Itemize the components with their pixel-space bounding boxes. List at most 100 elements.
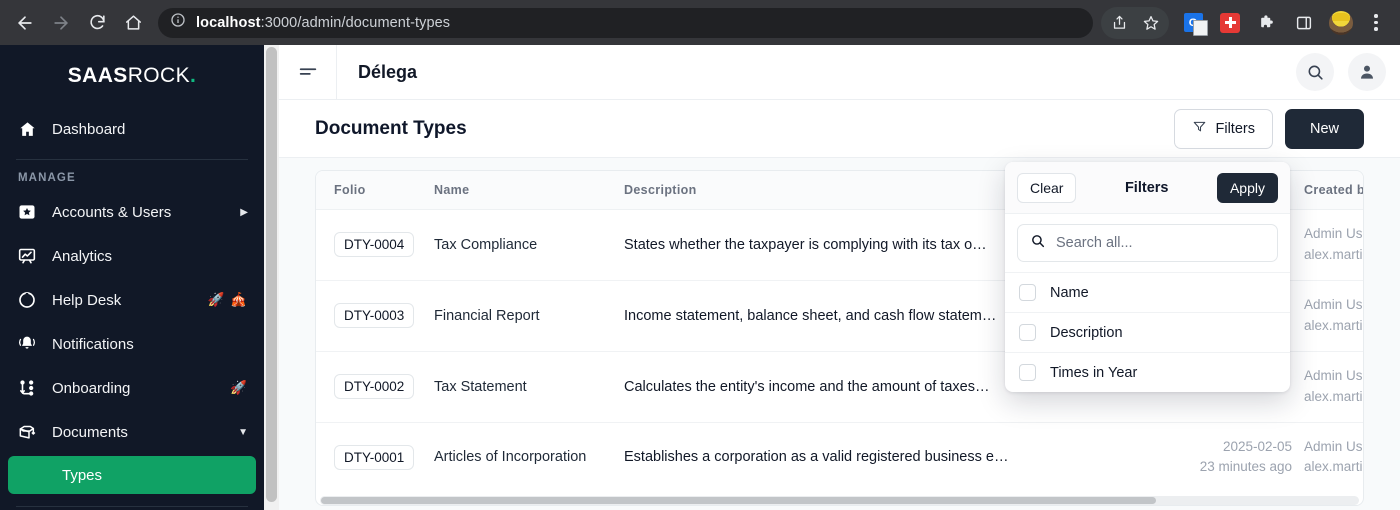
- scrollbar-thumb[interactable]: [321, 497, 1156, 505]
- help-desk-icon: [16, 290, 38, 310]
- cell-created-by: Admin User alex.martine: [1304, 351, 1363, 423]
- scrollbar-thumb[interactable]: [266, 47, 277, 502]
- extensions-puzzle-icon[interactable]: [1251, 7, 1283, 39]
- created-by-email: alex.martine: [1304, 459, 1363, 475]
- onboarding-flow-icon: [16, 378, 38, 398]
- checkbox-name[interactable]: [1019, 284, 1036, 301]
- share-icon[interactable]: [1103, 7, 1135, 39]
- sidebar-item-label: Onboarding: [52, 379, 131, 397]
- analytics-chart-icon: [16, 246, 38, 266]
- folio-chip[interactable]: DTY-0001: [334, 444, 415, 470]
- sidebar-item-label: Accounts & Users: [52, 203, 172, 221]
- chrome-menu-icon[interactable]: [1360, 7, 1392, 39]
- profile-photo: [1329, 10, 1353, 35]
- filters-popover: Clear Filters Apply Name Description Tim…: [1005, 162, 1290, 392]
- sidebar-item-label: Documents: [52, 423, 128, 441]
- site-info-icon[interactable]: [170, 12, 186, 33]
- cell-folio: DTY-0004: [316, 209, 434, 281]
- table-horizontal-scrollbar[interactable]: [320, 496, 1359, 506]
- filters-button-label: Filters: [1215, 120, 1255, 137]
- sidebar-item-notifications[interactable]: Notifications: [0, 322, 264, 366]
- home-button[interactable]: [116, 6, 150, 40]
- app-topbar: Délega: [279, 45, 1400, 100]
- folio-chip[interactable]: DTY-0002: [334, 374, 415, 400]
- red-extension-glyph: [1220, 12, 1240, 33]
- hamburger-menu-icon[interactable]: [279, 45, 337, 100]
- cell-name: Financial Report: [434, 280, 624, 352]
- cell-folio: DTY-0001: [316, 422, 434, 492]
- browser-toolbar: localhost:3000/admin/document-types G: [0, 0, 1400, 45]
- folio-chip[interactable]: DTY-0004: [334, 232, 415, 258]
- toolbar-actions: G: [1101, 6, 1392, 39]
- sidebar-item-accounts-users[interactable]: Accounts & Users ▶: [0, 190, 264, 234]
- funnel-icon: [1192, 119, 1207, 138]
- share-bookmark-pill: [1101, 6, 1169, 39]
- sidebar-scrollbar[interactable]: [264, 45, 279, 510]
- clear-filters-button[interactable]: Clear: [1017, 172, 1077, 203]
- documents-icon: [16, 422, 38, 442]
- user-account-icon[interactable]: [1348, 53, 1386, 91]
- cell-name: Tax Statement: [434, 351, 624, 423]
- cell-folio: DTY-0002: [316, 351, 434, 423]
- filters-search-input[interactable]: [1056, 235, 1265, 251]
- bell-icon: [16, 334, 38, 354]
- column-header-created-by[interactable]: Created by: [1304, 171, 1363, 210]
- sidebar-divider-2: [16, 506, 248, 507]
- sidebar-item-dashboard[interactable]: Dashboard: [0, 107, 264, 151]
- checkbox-description[interactable]: [1019, 324, 1036, 341]
- search-icon[interactable]: [1296, 53, 1334, 91]
- column-header-folio[interactable]: Folio: [316, 171, 434, 210]
- cell-date: 2025-02-05 23 minutes ago: [1184, 422, 1304, 492]
- sidebar-item-types[interactable]: Types: [8, 456, 256, 494]
- sidebar-item-onboarding[interactable]: Onboarding 🚀: [0, 366, 264, 410]
- reload-button[interactable]: [80, 6, 114, 40]
- search-icon: [1030, 233, 1046, 254]
- sidebar-item-label: Dashboard: [52, 120, 126, 138]
- cell-created-by: Admin User alex.martine: [1304, 209, 1363, 281]
- table-row[interactable]: DTY-0001 Articles of Incorporation Estab…: [316, 422, 1363, 492]
- created-relative-time: 23 minutes ago: [1199, 459, 1292, 475]
- created-by-name: Admin User: [1304, 226, 1363, 241]
- filters-button[interactable]: Filters: [1173, 108, 1273, 149]
- cell-created-by: Admin User alex.martine: [1304, 280, 1363, 352]
- filters-popover-header: Clear Filters Apply: [1005, 162, 1290, 214]
- brand-light: ROCK: [127, 64, 190, 87]
- apply-filters-button[interactable]: Apply: [1216, 172, 1278, 203]
- side-panel-icon[interactable]: [1288, 7, 1320, 39]
- column-header-name[interactable]: Name: [434, 171, 624, 210]
- filter-option-times-in-year[interactable]: Times in Year: [1005, 352, 1290, 392]
- created-by-name: Admin User: [1304, 367, 1363, 383]
- new-button-label: New: [1309, 120, 1339, 137]
- new-button[interactable]: New: [1284, 108, 1364, 149]
- accounts-users-icon: [16, 202, 38, 222]
- profile-avatar-icon[interactable]: [1325, 7, 1357, 39]
- google-translate-icon[interactable]: G: [1177, 7, 1209, 39]
- page-title-row: Document Types Filters New: [279, 100, 1400, 158]
- brand-logo[interactable]: SAAS ROCK.: [0, 45, 264, 107]
- filter-option-label: Times in Year: [1050, 364, 1138, 381]
- url-host: localhost: [196, 14, 261, 31]
- filters-search-box[interactable]: [1017, 224, 1278, 262]
- star-icon[interactable]: [1135, 7, 1167, 39]
- back-button[interactable]: [8, 6, 42, 40]
- url-path: :3000/admin/document-types: [260, 14, 451, 31]
- filter-option-name[interactable]: Name: [1005, 272, 1290, 312]
- sidebar-item-documents[interactable]: Documents ▼: [0, 410, 264, 454]
- created-by-name: Admin User: [1304, 438, 1363, 454]
- filter-option-description[interactable]: Description: [1005, 312, 1290, 352]
- sidebar-item-analytics[interactable]: Analytics: [0, 234, 264, 278]
- cell-created-by: Admin User alex.martine: [1304, 422, 1363, 492]
- address-bar[interactable]: localhost:3000/admin/document-types: [158, 7, 1093, 38]
- red-extension-icon[interactable]: [1214, 7, 1246, 39]
- created-by-email: alex.martine: [1304, 317, 1363, 333]
- folio-chip[interactable]: DTY-0003: [334, 303, 415, 329]
- address-bar-text: localhost:3000/admin/document-types: [196, 15, 450, 31]
- chevron-down-icon: ▼: [238, 426, 248, 438]
- created-by-name: Admin User: [1304, 296, 1363, 312]
- kebab-glyph: [1374, 14, 1378, 31]
- forward-button[interactable]: [44, 6, 78, 40]
- sidebar: SAAS ROCK. Dashboard MANAGE Accounts & Us…: [0, 45, 264, 510]
- sidebar-item-help-desk[interactable]: Help Desk 🚀 🎪: [0, 278, 264, 322]
- tenant-name: Délega: [358, 61, 418, 82]
- checkbox-times-in-year[interactable]: [1019, 364, 1036, 381]
